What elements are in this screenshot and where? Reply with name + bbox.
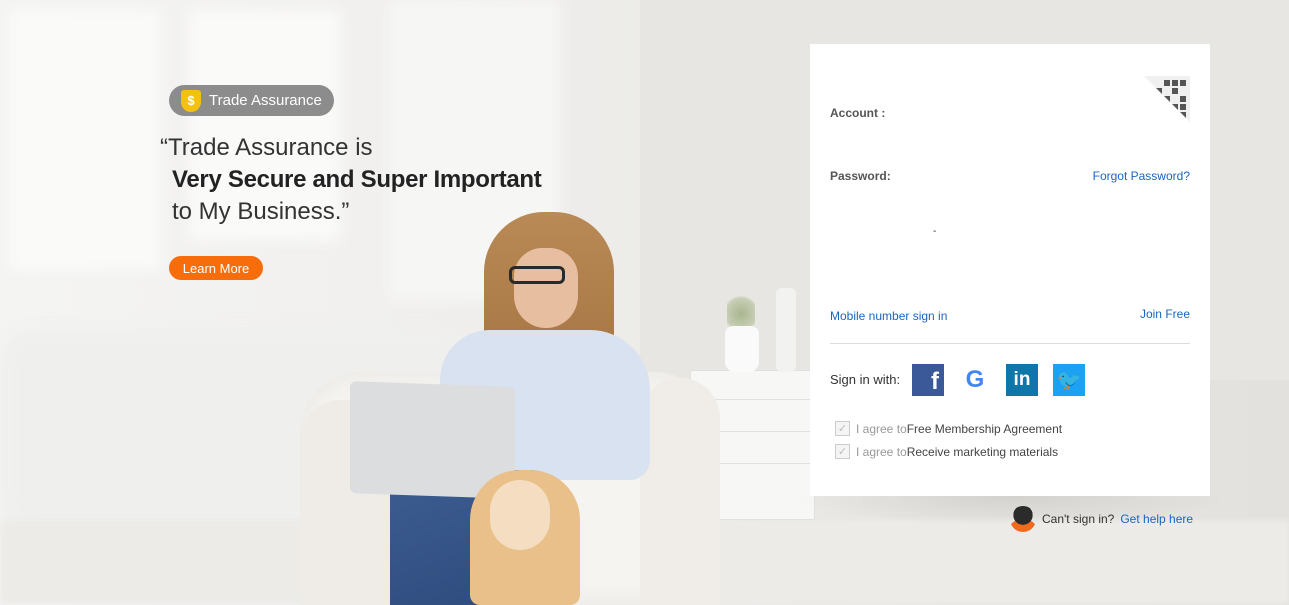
- account-input[interactable]: [830, 126, 1130, 150]
- signin-with-label: Sign in with:: [830, 372, 901, 387]
- password-label: Password:: [830, 169, 891, 183]
- divider: [830, 343, 1190, 344]
- account-label: Account :: [830, 106, 886, 120]
- background-plant: [727, 292, 755, 328]
- get-help-link[interactable]: Get help here: [1120, 512, 1193, 526]
- marketing-materials-link[interactable]: Receive marketing materials: [907, 445, 1058, 459]
- agreement-prefix: I agree to: [856, 421, 907, 436]
- quote-line-1: “Trade Assurance is: [160, 134, 373, 161]
- mobile-signin-link[interactable]: Mobile number sign in: [830, 309, 947, 323]
- password-input[interactable]: -: [933, 226, 1193, 250]
- facebook-icon[interactable]: f: [912, 364, 944, 396]
- agreement-row-membership[interactable]: ✓ I agree to Free Membership Agreement: [835, 421, 1062, 436]
- membership-agreement-link[interactable]: Free Membership Agreement: [907, 422, 1062, 436]
- twitter-icon[interactable]: 🐦: [1053, 364, 1085, 396]
- support-agent-icon: [1010, 506, 1036, 532]
- armchair-arm: [640, 378, 720, 605]
- linkedin-icon[interactable]: in: [1006, 364, 1038, 396]
- background-window: [10, 10, 160, 270]
- learn-more-button[interactable]: Learn More: [169, 256, 263, 280]
- dog-face: [490, 480, 550, 550]
- forgot-password-link[interactable]: Forgot Password?: [1093, 169, 1190, 183]
- checkbox-membership[interactable]: ✓: [835, 421, 850, 436]
- person-glasses: [509, 266, 565, 284]
- background-vase: [725, 326, 759, 372]
- cant-sign-in-text: Can't sign in?: [1042, 512, 1115, 526]
- checkbox-marketing[interactable]: ✓: [835, 444, 850, 459]
- help-section: Can't sign in? Get help here: [1010, 506, 1193, 532]
- trade-assurance-badge: $ Trade Assurance: [169, 85, 334, 116]
- trade-assurance-label: Trade Assurance: [209, 92, 322, 109]
- qr-code-icon[interactable]: [1144, 76, 1190, 122]
- quote-line-2: Very Secure and Super Important: [172, 166, 542, 193]
- quote-line-3: to My Business.”: [172, 198, 350, 225]
- google-icon[interactable]: G: [959, 364, 991, 396]
- promo-quote: “Trade Assurance is Very Secure and Supe…: [160, 133, 542, 227]
- agreement-prefix: I agree to: [856, 444, 907, 459]
- join-free-link[interactable]: Join Free: [1140, 307, 1190, 321]
- agreement-row-marketing[interactable]: ✓ I agree to Receive marketing materials: [835, 444, 1058, 459]
- shield-dollar-icon: $: [181, 89, 201, 112]
- person-face: [514, 248, 578, 328]
- login-panel: Account : Password: Forgot Password? - M…: [810, 44, 1210, 496]
- background-vase: [776, 288, 796, 372]
